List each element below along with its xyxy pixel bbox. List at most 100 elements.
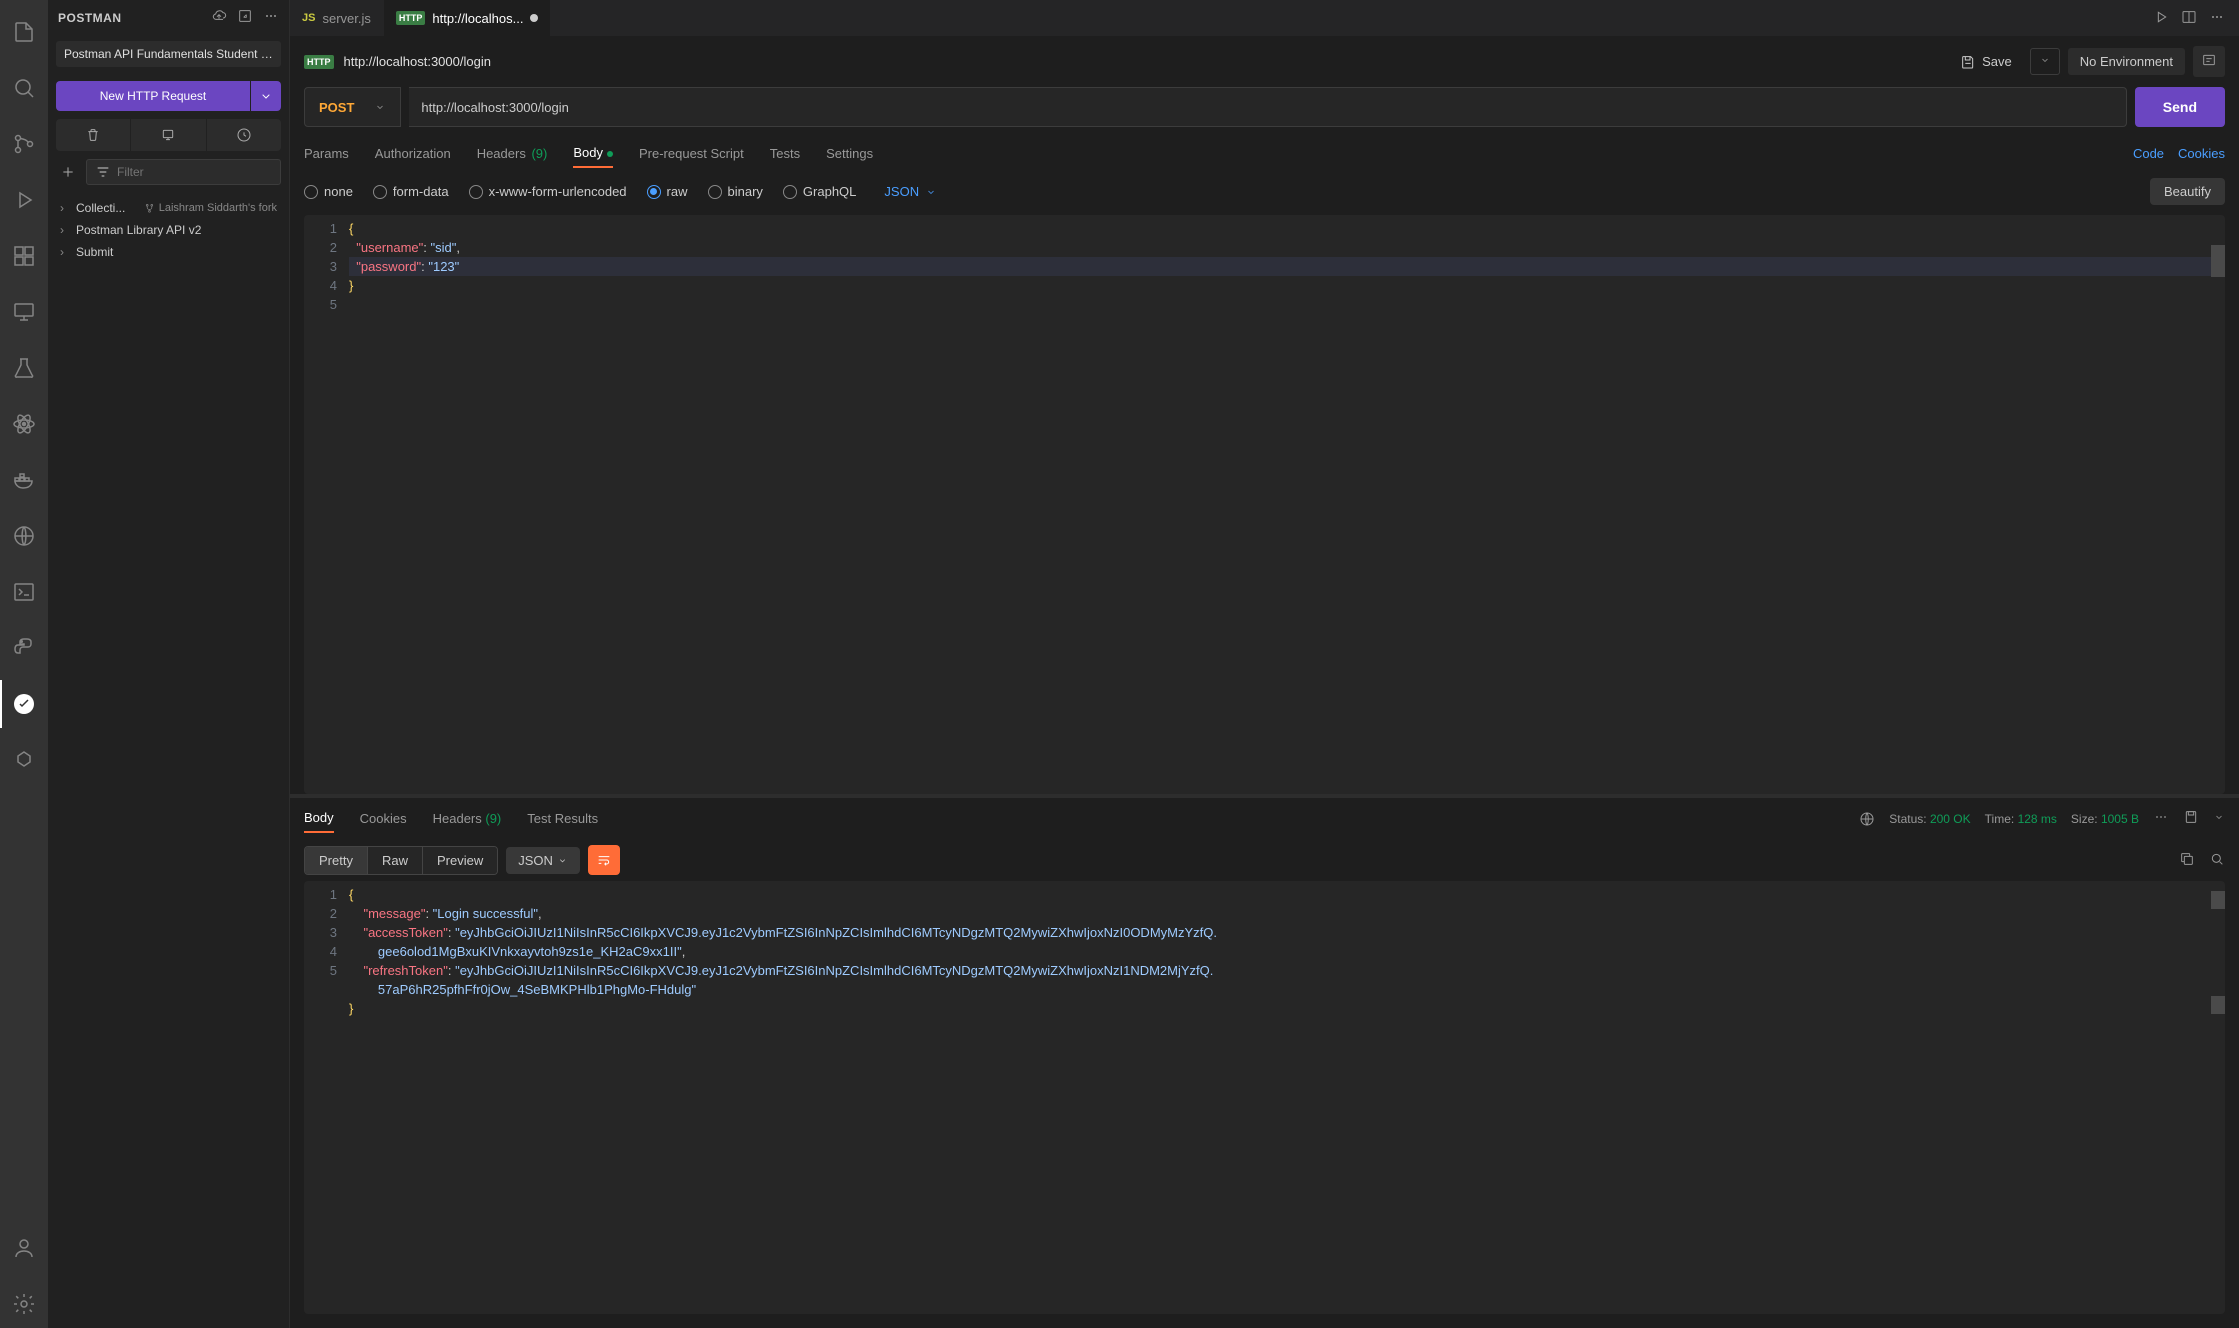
tab-headers[interactable]: Headers (9) [477, 140, 548, 167]
scrollbar-handle[interactable] [2211, 245, 2225, 277]
search-response-icon[interactable] [2209, 851, 2225, 870]
status-label: Status: 200 OK [1889, 812, 1970, 826]
more-icon[interactable] [263, 8, 279, 27]
run-icon[interactable] [2153, 9, 2171, 27]
more-icon[interactable] [2153, 809, 2169, 828]
cookies-link[interactable]: Cookies [2178, 146, 2225, 161]
beautify-button[interactable]: Beautify [2150, 178, 2225, 205]
source-control-icon[interactable] [0, 120, 48, 168]
collections-tree: › Collecti... Laishram Siddarth's fork ›… [48, 193, 289, 267]
chevron-down-icon [925, 186, 937, 198]
docker-icon[interactable] [0, 456, 48, 504]
globe-icon[interactable] [0, 512, 48, 560]
tab-request[interactable]: HTTP http://localhos... [384, 0, 552, 36]
method-selector[interactable]: POST [304, 87, 401, 127]
tab-authorization[interactable]: Authorization [375, 140, 451, 167]
new-request-dropdown[interactable] [251, 81, 281, 111]
body-formdata[interactable]: form-data [373, 184, 449, 199]
tab-params[interactable]: Params [304, 140, 349, 167]
tab-body[interactable]: Body [573, 139, 613, 168]
body-none[interactable]: none [304, 184, 353, 199]
copy-icon[interactable] [2179, 851, 2195, 870]
url-bar: POST Send [290, 87, 2239, 127]
collection-label: Collecti... [76, 201, 125, 215]
save-button[interactable]: Save [1950, 49, 2022, 75]
response-body-viewer[interactable]: 1 2 3 4 5 { "message": "Login successful… [304, 881, 2225, 1314]
request-name: http://localhost:3000/login [344, 54, 491, 69]
python-icon[interactable] [0, 624, 48, 672]
network-icon[interactable] [1859, 811, 1875, 827]
popout-icon[interactable] [237, 8, 253, 27]
body-binary[interactable]: binary [708, 184, 763, 199]
chevron-down-icon [557, 855, 568, 866]
http-icon: HTTP [396, 11, 426, 25]
url-input[interactable] [421, 100, 2113, 115]
body-raw[interactable]: raw [647, 184, 688, 199]
save-dropdown[interactable] [2030, 48, 2060, 75]
split-icon[interactable] [2181, 9, 2199, 27]
body-graphql[interactable]: GraphQL [783, 184, 856, 199]
response-toolbar: Pretty Raw Preview JSON [290, 839, 2239, 881]
scrollbar-handle[interactable] [2211, 996, 2225, 1014]
postman-icon[interactable] [0, 680, 48, 728]
tab-tests[interactable]: Tests [770, 140, 800, 167]
history-icon[interactable] [207, 119, 281, 151]
tab-prerequest[interactable]: Pre-request Script [639, 140, 744, 167]
scrollbar-handle[interactable] [2211, 891, 2225, 909]
beaker-icon[interactable] [0, 344, 48, 392]
preview-button[interactable]: Preview [423, 847, 497, 874]
pretty-button[interactable]: Pretty [305, 847, 368, 874]
chevron-down-icon[interactable] [2213, 811, 2225, 826]
response-lang-selector[interactable]: JSON [506, 847, 580, 874]
extensions-icon[interactable] [0, 232, 48, 280]
filter-input[interactable] [117, 165, 272, 179]
request-body-editor[interactable]: 1 2 3 4 5 { "username": "sid", "password… [304, 215, 2225, 794]
add-icon[interactable] [56, 160, 80, 184]
settings-icon[interactable] [0, 1280, 48, 1328]
react-icon[interactable] [0, 400, 48, 448]
device-icon[interactable] [131, 119, 205, 151]
body-urlencoded[interactable]: x-www-form-urlencoded [469, 184, 627, 199]
remote-icon[interactable] [0, 288, 48, 336]
res-tab-cookies[interactable]: Cookies [360, 805, 407, 832]
debug-icon[interactable] [0, 176, 48, 224]
postman-sidebar: POSTMAN Postman API Fundamentals Student… [48, 0, 290, 1328]
send-button[interactable]: Send [2135, 87, 2225, 127]
explorer-icon[interactable] [0, 8, 48, 56]
search-icon[interactable] [0, 64, 48, 112]
res-tab-body[interactable]: Body [304, 804, 334, 833]
code-link[interactable]: Code [2133, 146, 2164, 161]
collection-label: Submit [76, 245, 113, 259]
js-file-icon: JS [302, 12, 315, 24]
body-lang-selector[interactable]: JSON [884, 184, 937, 199]
sidebar-title: POSTMAN [58, 11, 122, 25]
env-quick-look-icon[interactable] [2193, 46, 2225, 77]
collection-item[interactable]: › Submit [48, 241, 289, 263]
res-tab-testresults[interactable]: Test Results [527, 805, 598, 832]
time-label: Time: 128 ms [1985, 812, 2057, 826]
terminal-icon[interactable] [0, 568, 48, 616]
collection-item[interactable]: › Collecti... Laishram Siddarth's fork [48, 197, 289, 219]
tab-serverjs[interactable]: JS server.js [290, 0, 384, 36]
trash-icon[interactable] [56, 119, 130, 151]
cloud-icon[interactable] [211, 8, 227, 27]
more-icon[interactable] [2209, 9, 2227, 27]
wrap-lines-button[interactable] [588, 845, 620, 875]
copilot-icon[interactable] [0, 736, 48, 784]
chevron-down-icon [374, 101, 386, 113]
collection-item[interactable]: › Postman Library API v2 [48, 219, 289, 241]
save-response-icon[interactable] [2183, 809, 2199, 828]
new-request-button[interactable]: New HTTP Request [56, 81, 250, 111]
response-area: Body Cookies Headers (9) Test Results St… [290, 798, 2239, 1328]
environment-selector[interactable]: No Environment [2068, 48, 2185, 75]
tab-settings[interactable]: Settings [826, 140, 873, 167]
fork-info: Laishram Siddarth's fork [144, 202, 277, 214]
workspace-selector[interactable]: Postman API Fundamentals Student Expert [56, 41, 281, 67]
size-label: Size: 1005 B [2071, 812, 2139, 826]
raw-button[interactable]: Raw [368, 847, 423, 874]
account-icon[interactable] [0, 1224, 48, 1272]
res-tab-headers[interactable]: Headers (9) [433, 805, 502, 832]
request-tabs: Params Authorization Headers (9) Body Pr… [290, 131, 2239, 168]
filter-icon [95, 164, 111, 180]
chevron-right-icon: › [60, 201, 70, 215]
